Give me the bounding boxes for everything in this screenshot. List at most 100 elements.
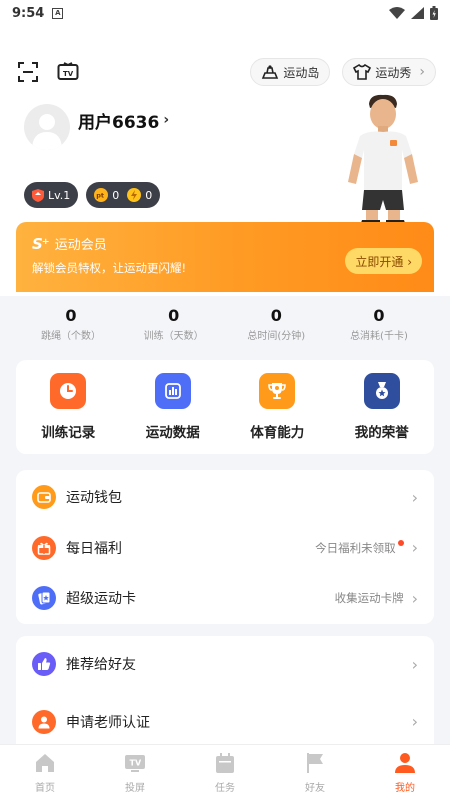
chevron-right-icon: › [411,487,418,507]
vip-description: 解锁会员特权，让运动更闪耀! [32,261,187,275]
tv-icon[interactable]: TV [56,60,80,84]
sport-show-button[interactable]: 运动秀 › [342,58,436,86]
stat-value: 0 [65,306,77,325]
pt-icon: pt [94,188,109,202]
vip-title-text: 运动会员 [54,238,107,253]
level-badge[interactable]: Lv.1 [24,182,79,208]
signal-icon [411,7,424,19]
menu-right-text: 收集运动卡牌 [334,591,404,606]
menu-item-super-sport-card[interactable]: 超级运动卡 收集运动卡牌 › [16,573,434,624]
nav-label: 投屏 [125,783,145,794]
feature-sport-ability[interactable]: 体育能力 [232,373,322,441]
menu-right: › [404,655,418,674]
svg-text:TV: TV [63,70,74,78]
chevron-right-icon: › [419,64,425,80]
stat-value: 0 [168,306,180,325]
chevron-right-icon: › [411,538,418,558]
top-pills: 运动岛 运动秀 › [250,58,436,86]
menu-label: 运动钱包 [66,490,122,507]
menu-item-recommend-friends[interactable]: 推荐给好友 › [16,639,434,690]
nav-mine[interactable]: 我的 [360,745,450,800]
nav-cast[interactable]: TV 投屏 [90,745,180,800]
features-card: 训练记录 运动数据 体育能力 我的荣誉 [16,360,434,454]
clock-icon [50,373,87,409]
coins-value: 0 [145,188,153,202]
feature-label: 训练记录 [41,425,96,441]
profile-row[interactable]: 用户6636 › [24,104,169,150]
feature-my-honors[interactable]: 我的荣誉 [337,373,427,441]
username-text: 用户6636 [78,112,160,133]
nav-label: 我的 [395,783,415,794]
nav-home[interactable]: 首页 [0,745,90,800]
stat-total-calories[interactable]: 0 总消耗(千卡) [334,306,424,342]
flag-icon [305,751,325,775]
vip-open-button[interactable]: 立即开通 › [345,248,422,274]
menu-list-2: 推荐给好友 › 申请老师认证 › [16,636,434,746]
wallet-icon [32,485,56,510]
stats-row: 0 跳绳（个数） 0 训练（天数） 0 总时间(分钟) 0 总消耗(千卡) [26,306,424,342]
badges-row: Lv.1 pt 0 0 [24,182,161,208]
status-time: 9:54 [12,5,45,21]
menu-item-daily-welfare[interactable]: 每日福利 今日福利未领取 › [16,523,434,574]
stat-jump-rope[interactable]: 0 跳绳（个数） [26,306,116,342]
stat-label: 跳绳（个数） [41,331,101,342]
calendar-icon [215,751,235,775]
menu-item-sport-wallet[interactable]: 运动钱包 › [16,472,434,523]
status-icons [389,6,438,20]
vip-logo: S⁺ [32,234,50,253]
sport-character-image[interactable] [338,92,428,232]
tshirt-icon [353,64,372,80]
status-bar: 9:54 A [0,0,450,26]
stat-training-days[interactable]: 0 训练（天数） [129,306,219,342]
menu-label: 每日福利 [66,540,122,557]
trophy-icon [259,373,296,409]
vip-banner[interactable]: S⁺ 运动会员 解锁会员特权，让运动更闪耀! 立即开通 › [16,222,434,292]
sport-island-button[interactable]: 运动岛 [250,58,331,86]
menu-item-teacher-certification[interactable]: 申请老师认证 › [16,697,434,748]
points-badge[interactable]: pt 0 0 [86,182,161,208]
stat-label: 总时间(分钟) [247,331,306,342]
stat-label: 总消耗(千卡) [350,331,408,342]
username[interactable]: 用户6636 › [78,108,169,133]
feature-label: 运动数据 [145,425,200,441]
shield-icon [32,188,44,202]
wifi-icon [389,7,405,19]
home-icon [34,751,56,775]
nav-tasks[interactable]: 任务 [180,745,270,800]
chevron-right-icon: › [411,712,418,732]
menu-right-text: 今日福利未领取 [315,540,396,555]
scan-icon[interactable] [16,60,40,84]
feature-sport-data[interactable]: 运动数据 [128,373,218,441]
person-icon [394,751,416,775]
island-label: 运动岛 [283,65,320,80]
stat-total-time[interactable]: 0 总时间(分钟) [231,306,321,342]
chevron-right-icon: › [163,112,170,128]
feature-training-records[interactable]: 训练记录 [23,373,113,441]
pt-label: pt [96,192,104,200]
menu-label: 超级运动卡 [66,591,136,608]
notification-icon: A [52,7,64,19]
menu-label: 申请老师认证 [66,714,150,731]
island-icon [261,64,279,80]
menu-right: › [404,488,418,507]
feature-label: 体育能力 [250,425,305,441]
menu-list-1: 运动钱包 › 每日福利 今日福利未领取 › 超级运动卡 收集运动卡牌 › [16,470,434,624]
nav-label: 首页 [35,783,55,794]
stat-value: 0 [270,306,282,325]
level-label: Lv.1 [48,188,71,202]
stat-label: 训练（天数） [143,331,204,342]
points-value: 0 [112,188,120,202]
tv-icon: TV [124,751,146,775]
bottom-nav: 首页 TV 投屏 任务 好友 我的 [0,744,450,800]
bar-chart-icon [154,373,191,409]
menu-right: 收集运动卡牌 › [335,589,418,608]
avatar[interactable] [24,104,70,150]
menu-right: 今日福利未领取 › [315,538,418,557]
nav-label: 任务 [215,783,235,794]
menu-label: 推荐给好友 [66,657,136,674]
menu-right: › [404,712,418,731]
top-bar: TV 运动岛 运动秀 › [16,58,436,86]
nav-friends[interactable]: 好友 [270,745,360,800]
vip-title: S⁺ 运动会员 [32,234,107,254]
card-icon [32,586,56,611]
